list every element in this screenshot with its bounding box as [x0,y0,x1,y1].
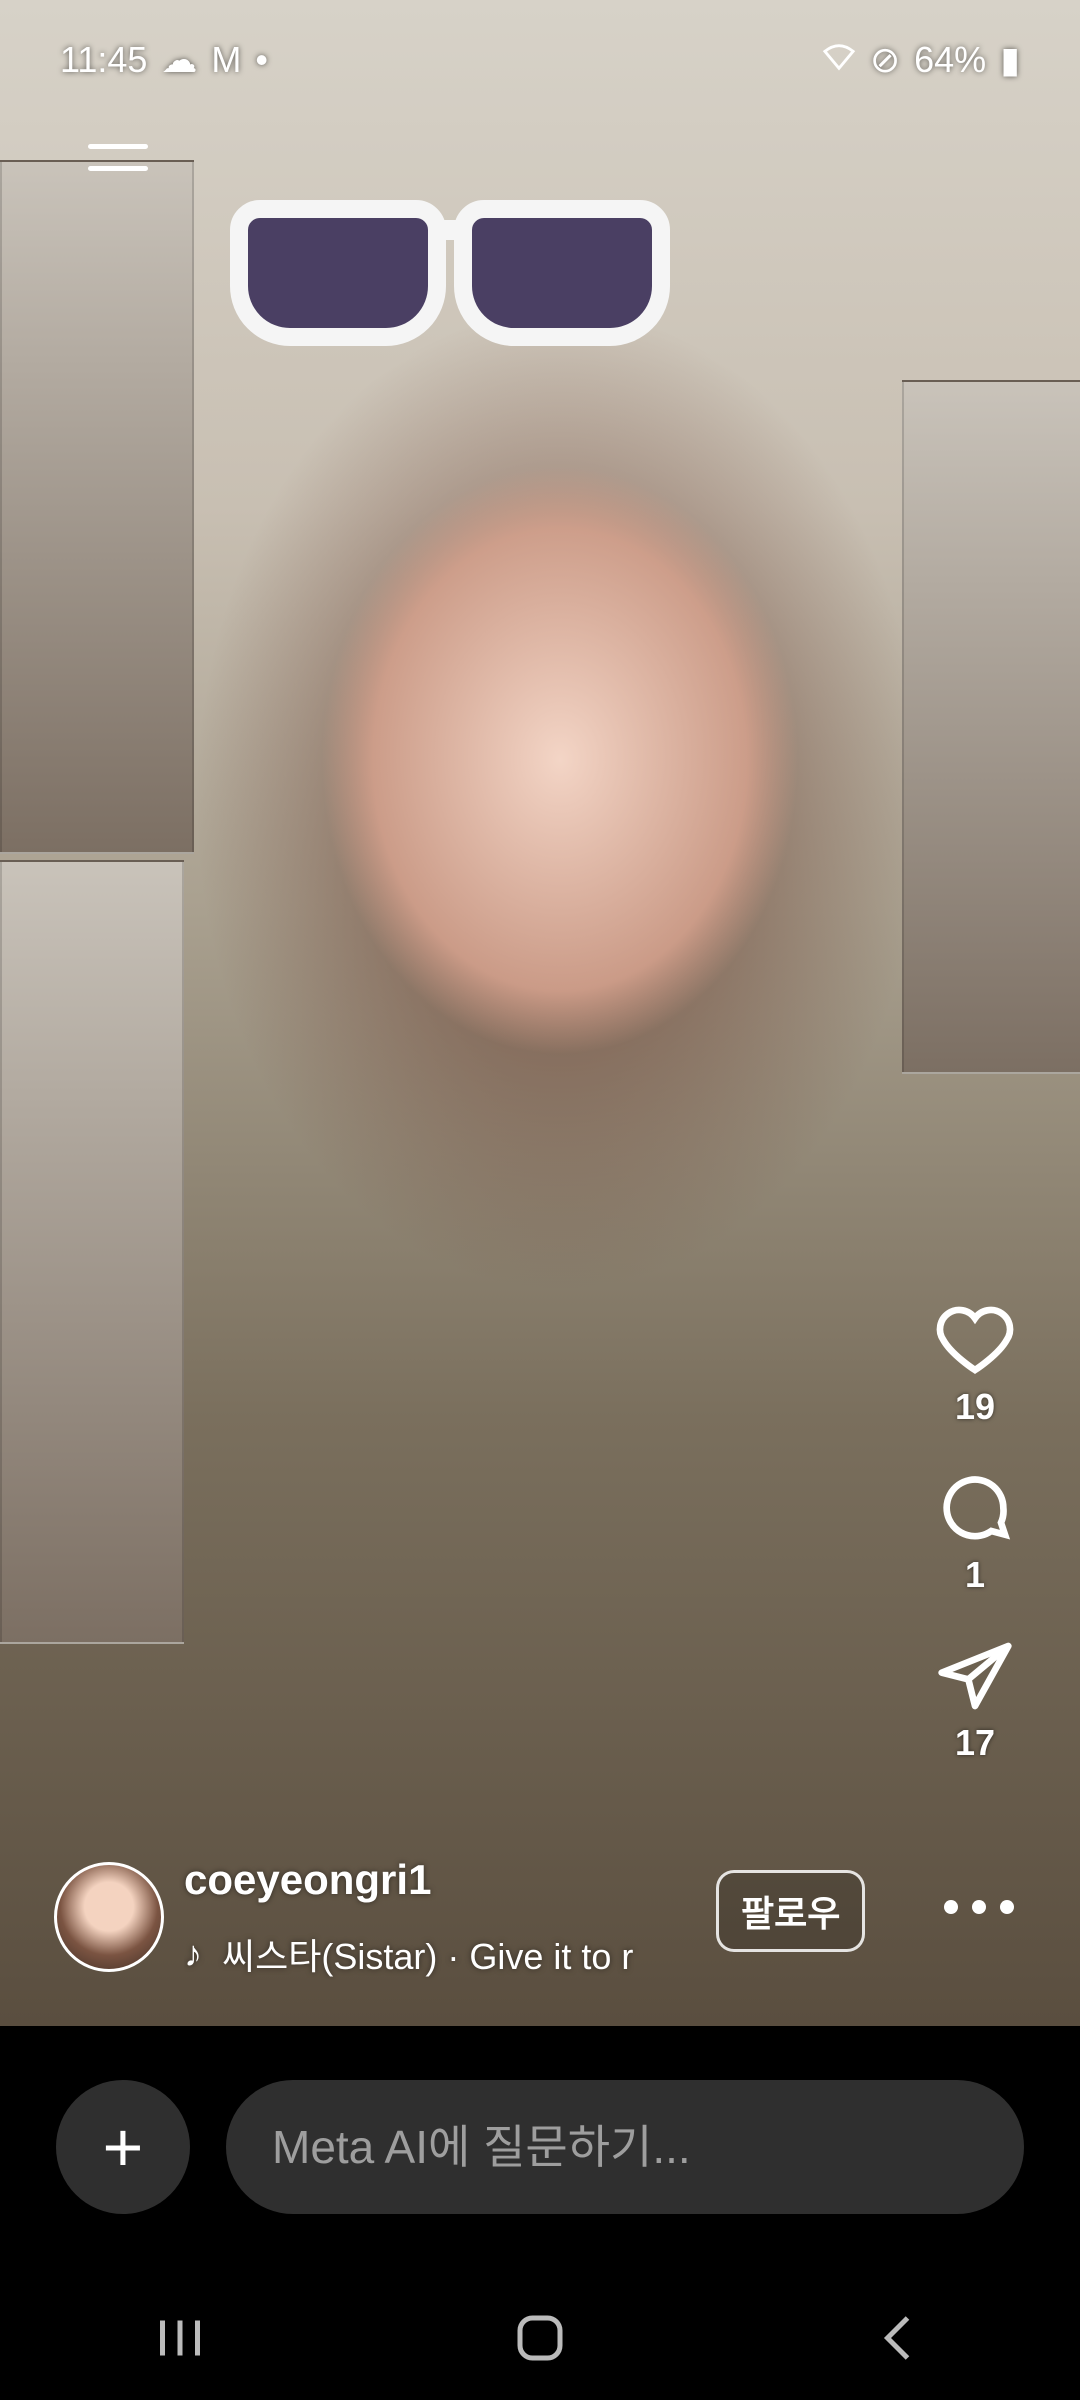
cloud-icon: ☁ [161,39,198,80]
wifi-icon [822,39,856,81]
avatar[interactable] [54,1862,164,1972]
notification-dot-icon: • [255,39,269,80]
home-button[interactable] [470,2298,610,2378]
music-note-icon: ♪ [184,1933,202,1974]
meta-ai-bar: + [0,2026,1080,2276]
heart-icon[interactable] [935,1300,1015,1380]
sunglasses-graphic [230,170,670,390]
dnd-icon: ⊘ [869,39,901,80]
battery-icon: ▮ [1000,39,1020,80]
home-icon [517,2315,563,2361]
system-nav-bar [0,2276,1080,2400]
back-button[interactable] [830,2298,970,2378]
video-collage-panel [902,380,1080,1074]
gmail-icon: M [211,39,242,80]
recent-apps-icon [160,2320,200,2356]
share-count: 17 [954,1722,996,1763]
meta-ai-input[interactable] [226,2080,1024,2214]
comment-count: 1 [964,1554,986,1595]
status-time: 11:45 [60,39,148,80]
video-collage-panel [0,860,184,1644]
owner-info: coeyeongri1 ♪ 씨스타(Sistar) · Give it to r… [54,1856,1064,1977]
comment-action[interactable]: 1 [935,1468,1015,1596]
action-rail: 19 1 17 [920,1300,1030,1804]
like-count: 19 [954,1386,996,1427]
plus-button[interactable]: + [56,2080,190,2214]
username[interactable]: coeyeongri1 [184,1856,431,1904]
video-collage-panel [0,160,194,854]
music-title: 씨스타(Sistar) · Give it to r [222,1936,634,1977]
status-bar: 11:45 ☁ M • ⊘ 64% ▮ [0,0,1080,120]
like-action[interactable]: 19 [935,1300,1015,1428]
menu-icon[interactable] [88,144,148,174]
more-options-icon[interactable] [944,1892,1014,1922]
comment-icon[interactable] [935,1468,1015,1548]
recent-apps-button[interactable] [110,2298,250,2378]
follow-button[interactable]: 팔로우 [716,1870,866,1952]
share-action[interactable]: 17 [935,1636,1015,1764]
battery-level: 64% [914,39,987,80]
video-player[interactable] [0,0,1080,2026]
back-icon [883,2316,910,2360]
send-icon[interactable] [935,1636,1015,1716]
plus-icon: + [102,2108,144,2186]
music-info[interactable]: ♪ 씨스타(Sistar) · Give it to r [184,1928,744,1980]
